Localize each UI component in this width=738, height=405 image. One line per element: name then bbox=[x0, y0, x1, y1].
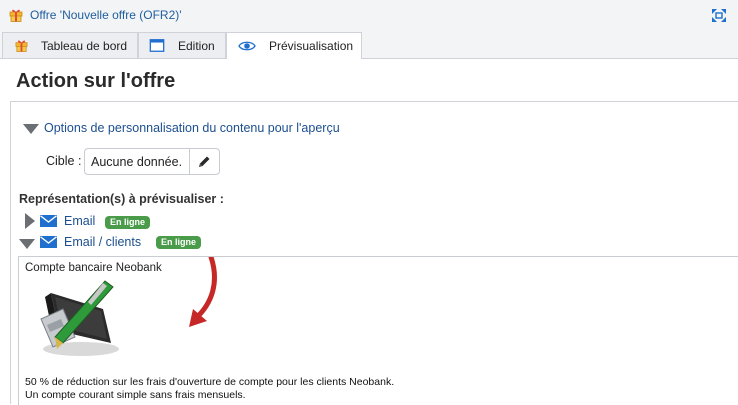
tab-preview[interactable]: Prévisualisation bbox=[226, 32, 362, 59]
options-section-toggle[interactable]: Options de personnalisation du contenu p… bbox=[44, 121, 340, 135]
expand-triangle-icon[interactable] bbox=[25, 213, 35, 229]
maximize-icon[interactable] bbox=[710, 7, 728, 24]
pencil-icon[interactable] bbox=[196, 154, 212, 170]
gift-icon bbox=[15, 40, 28, 52]
preview-text-line: Un compte courant simple sans frais mens… bbox=[25, 389, 246, 401]
preview-title: Compte bancaire Neobank bbox=[25, 262, 162, 274]
window-titlebar: Offre 'Nouvelle offre (OFR2)' bbox=[0, 0, 738, 32]
tab-bar: Tableau de bord Edition Prévisualisation bbox=[0, 31, 738, 59]
status-badge: En ligne bbox=[105, 216, 151, 229]
preview-text-line: 50 % de réduction sur les frais d'ouvert… bbox=[25, 376, 395, 388]
target-field[interactable]: Aucune donnée. bbox=[84, 148, 220, 175]
window-title: Offre 'Nouvelle offre (OFR2)' bbox=[30, 8, 182, 22]
tab-edition-label: Edition bbox=[178, 39, 215, 53]
gift-icon bbox=[9, 9, 23, 22]
tab-edition[interactable]: Edition bbox=[138, 32, 226, 58]
collapse-triangle-icon[interactable] bbox=[23, 124, 39, 134]
status-badge: En ligne bbox=[156, 236, 202, 249]
collapse-triangle-icon[interactable] bbox=[19, 239, 35, 249]
tab-preview-label: Prévisualisation bbox=[269, 39, 354, 53]
target-label: Cible : bbox=[46, 154, 82, 168]
representation-email-clients[interactable]: Email / clients bbox=[64, 235, 141, 249]
eye-icon bbox=[238, 41, 256, 51]
curved-arrow-icon bbox=[189, 257, 217, 327]
page-title: Action sur l'offre bbox=[16, 70, 176, 92]
wallet-pen-icon bbox=[40, 280, 119, 356]
envelope-icon bbox=[40, 236, 57, 248]
window-icon bbox=[149, 39, 165, 52]
envelope-icon bbox=[40, 215, 57, 227]
preview-pane: Compte bancaire Neobank 50 % de réductio… bbox=[18, 256, 738, 405]
field-separator bbox=[189, 149, 190, 174]
target-value: Aucune donnée. bbox=[91, 155, 183, 169]
representation-email[interactable]: Email bbox=[64, 214, 95, 228]
tab-dashboard-label: Tableau de bord bbox=[41, 39, 128, 53]
tab-dashboard[interactable]: Tableau de bord bbox=[2, 32, 138, 58]
representations-label: Représentation(s) à prévisualiser : bbox=[19, 192, 224, 206]
